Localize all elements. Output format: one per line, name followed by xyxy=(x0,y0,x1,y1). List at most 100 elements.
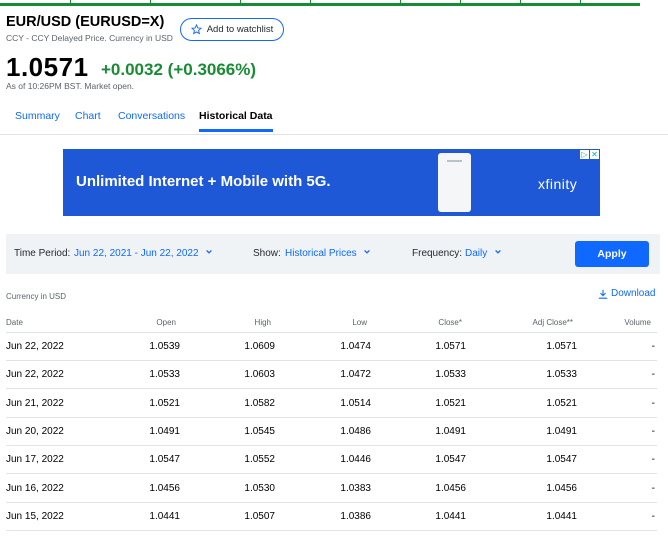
table-cell: 1.0491 xyxy=(149,425,180,437)
table-cell: - xyxy=(651,369,655,381)
table-cell: 1.0603 xyxy=(244,369,275,381)
table-cell: 1.0609 xyxy=(244,341,275,352)
table-cell: - xyxy=(651,454,655,466)
column-header-adj-close: Adj Close** xyxy=(532,318,573,327)
row-divider xyxy=(6,444,657,446)
time-period-value: Jun 22, 2021 - Jun 22, 2022 xyxy=(74,248,199,259)
table-cell: 1.0456 xyxy=(149,482,180,494)
apply-button[interactable]: Apply xyxy=(575,241,649,267)
table-cell: 1.0539 xyxy=(149,341,180,352)
table-cell: 1.0383 xyxy=(340,482,371,494)
frequency-value: Daily xyxy=(465,248,488,259)
show-value: Historical Prices xyxy=(285,248,357,259)
tab-conversations[interactable]: Conversations xyxy=(118,110,185,122)
accent-tick xyxy=(70,0,71,6)
advertisement-banner[interactable]: Unlimited Internet + Mobile with 5G. xfi… xyxy=(63,149,600,216)
download-label: Download xyxy=(611,288,656,299)
download-icon xyxy=(598,289,608,299)
table-cell: 1.0514 xyxy=(340,397,371,409)
current-price: 1.0571 xyxy=(6,52,89,82)
currency-note: Currency in USD xyxy=(6,292,67,301)
show-selector[interactable]: Historical Prices xyxy=(285,248,371,259)
row-divider xyxy=(6,360,657,361)
table-cell: Jun 20, 2022 xyxy=(6,425,64,437)
row-divider xyxy=(6,473,657,475)
watchlist-label: Add to watchlist xyxy=(206,24,274,35)
table-cell: 1.0521 xyxy=(149,397,180,409)
chevron-down-icon xyxy=(495,249,501,254)
accent-tick xyxy=(240,0,241,6)
table-cell: 1.0547 xyxy=(435,454,466,466)
chevron-down-icon xyxy=(206,249,213,254)
table-cell: Jun 21, 2022 xyxy=(6,397,64,409)
column-header-open: Open xyxy=(156,318,176,327)
table-cell: 1.0533 xyxy=(435,369,466,381)
table-cell: - xyxy=(651,425,655,437)
table-cell: 1.0571 xyxy=(435,341,466,352)
time-period-selector[interactable]: Jun 22, 2021 - Jun 22, 2022 xyxy=(74,248,213,259)
table-cell: 1.0521 xyxy=(435,397,466,409)
top-accent-bar xyxy=(0,0,668,6)
frequency-label: Frequency: xyxy=(412,248,463,259)
table-cell: 1.0507 xyxy=(244,510,275,522)
accent-tick xyxy=(580,0,581,6)
frequency-selector[interactable]: Daily xyxy=(465,248,502,259)
column-header-close: Close* xyxy=(438,318,462,327)
ticker-title: EUR/USD (EURUSD=X) xyxy=(6,14,165,30)
time-period-label: Time Period: xyxy=(14,248,71,259)
table-cell: 1.0486 xyxy=(340,425,371,437)
table-cell: Jun 22, 2022 xyxy=(6,369,64,381)
table-cell: 1.0474 xyxy=(340,341,371,352)
table-cell: 1.0491 xyxy=(435,425,466,437)
table-cell: 1.0441 xyxy=(435,510,466,522)
table-cell: Jun 15, 2022 xyxy=(6,510,64,522)
table-cell: 1.0571 xyxy=(546,341,577,352)
table-cell: 1.0456 xyxy=(435,482,466,494)
row-divider xyxy=(6,529,657,531)
table-cell: 1.0582 xyxy=(244,397,275,409)
change-value: +0.0032 xyxy=(101,60,163,79)
table-cell: 1.0386 xyxy=(340,510,371,522)
ad-close-icon[interactable]: ✕ xyxy=(590,150,599,159)
star-icon xyxy=(190,24,202,35)
quote-tabs: Summary Chart Conversations Historical D… xyxy=(0,104,668,135)
table-cell: - xyxy=(651,341,655,352)
table-cell: 1.0547 xyxy=(546,454,577,466)
table-cell: Jun 16, 2022 xyxy=(6,482,64,494)
accent-line xyxy=(0,3,640,6)
table-cell: 1.0472 xyxy=(340,369,371,381)
accent-tick xyxy=(520,0,521,6)
show-label: Show: xyxy=(253,248,281,259)
add-to-watchlist-button[interactable]: Add to watchlist xyxy=(180,18,284,41)
table-cell: 1.0533 xyxy=(149,369,180,381)
accent-tick xyxy=(460,0,461,6)
row-divider xyxy=(6,416,657,418)
market-timestamp: As of 10:26PM BST. Market open. xyxy=(6,81,135,91)
tab-summary[interactable]: Summary xyxy=(15,110,60,122)
table-cell: 1.0441 xyxy=(546,510,577,522)
column-header-high: High xyxy=(254,318,271,327)
table-cell: - xyxy=(651,510,655,522)
column-header-date: Date xyxy=(6,318,23,327)
price-change: +0.0032 (+0.3066%) xyxy=(101,60,256,80)
table-cell: 1.0545 xyxy=(244,425,275,437)
change-percent: (+0.3066%) xyxy=(167,60,257,79)
table-cell: 1.0547 xyxy=(149,454,180,466)
table-cell: Jun 17, 2022 xyxy=(6,454,64,466)
row-divider xyxy=(6,332,657,333)
table-cell: 1.0521 xyxy=(546,397,577,409)
ad-brand-logo: xfinity xyxy=(538,176,578,192)
filter-bar: Time Period: Jun 22, 2021 - Jun 22, 2022… xyxy=(6,234,660,274)
tab-historical-data[interactable]: Historical Data xyxy=(199,110,273,132)
router-image xyxy=(438,153,471,212)
ad-info-icon[interactable]: ▷ xyxy=(580,150,589,159)
quote-subtitle: CCY - CCY Delayed Price. Currency in USD xyxy=(6,33,173,43)
table-cell: - xyxy=(651,482,655,494)
row-divider xyxy=(6,501,657,503)
ad-badges: ▷ ✕ xyxy=(579,150,599,159)
ad-headline: Unlimited Internet + Mobile with 5G. xyxy=(76,173,331,190)
row-divider xyxy=(6,388,657,390)
accent-tick xyxy=(150,0,151,6)
download-button[interactable]: Download xyxy=(598,288,655,299)
tab-chart[interactable]: Chart xyxy=(75,110,101,122)
